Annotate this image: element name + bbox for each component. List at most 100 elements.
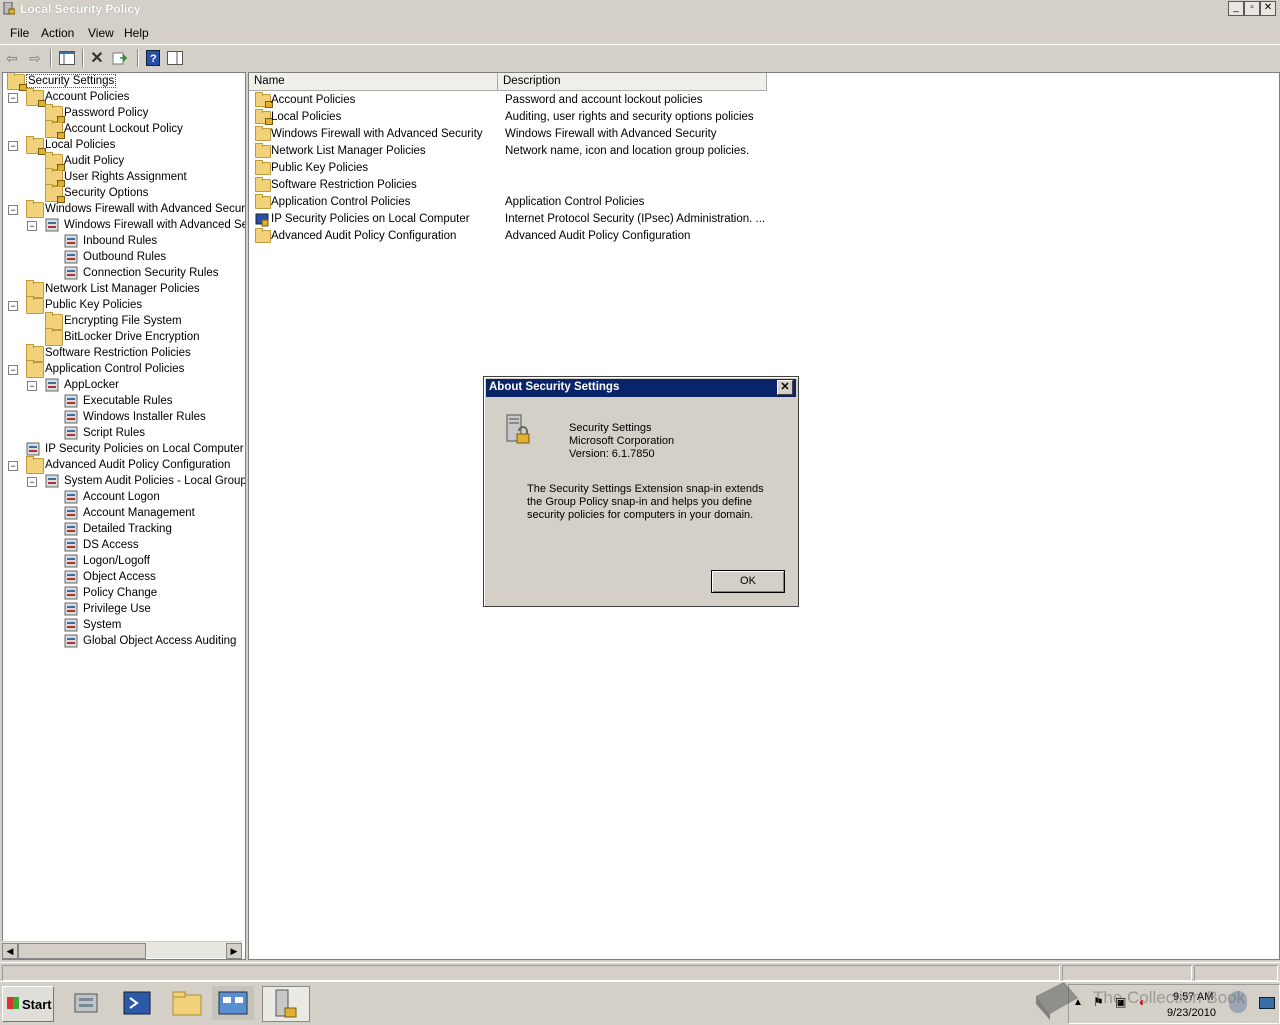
menu-file[interactable]: File — [10, 26, 29, 40]
menu-help[interactable]: Help — [124, 26, 149, 40]
show-desktop-icon[interactable] — [1259, 997, 1275, 1009]
tree-item[interactable]: Account Logon — [3, 490, 245, 506]
tree-item[interactable]: Policy Change — [3, 586, 245, 602]
scroll-thumb[interactable] — [18, 943, 146, 959]
collapse-toggle-icon[interactable]: − — [27, 381, 37, 391]
tree-item[interactable]: DS Access — [3, 538, 245, 554]
dialog-close-button[interactable]: ✕ — [777, 380, 793, 395]
collapse-toggle-icon[interactable]: − — [8, 365, 18, 375]
column-header-description[interactable]: Description — [498, 73, 767, 91]
scroll-right-arrow-icon[interactable]: ▶ — [226, 943, 242, 959]
tree-item[interactable]: Network List Manager Policies — [3, 280, 245, 298]
collapse-toggle-icon[interactable]: − — [27, 221, 37, 231]
tree-item[interactable]: Logon/Logoff — [3, 554, 245, 570]
audit-category-icon — [64, 490, 80, 504]
audit-category-icon — [64, 570, 80, 584]
tree-item-label: DS Access — [83, 539, 139, 551]
tree-item[interactable]: Privilege Use — [3, 602, 245, 618]
tree-horizontal-scrollbar[interactable]: ◀ ▶ — [2, 941, 242, 959]
tree-item[interactable]: User Rights Assignment — [3, 168, 245, 187]
ok-button[interactable]: OK — [711, 570, 785, 593]
list-item[interactable]: Software Restriction Policies — [249, 177, 1269, 194]
folder-icon — [255, 126, 271, 141]
local-security-policy-taskbar-button[interactable] — [262, 986, 310, 1022]
export-list-icon[interactable] — [110, 48, 130, 68]
collapse-toggle-icon[interactable]: − — [8, 301, 18, 311]
tree-item[interactable]: Outbound Rules — [3, 250, 245, 266]
minimize-button[interactable]: _ — [1228, 1, 1244, 16]
close-button[interactable]: ✕ — [1260, 1, 1276, 16]
tree-item-label: Public Key Policies — [45, 299, 143, 311]
tree-item[interactable]: − Account Policies — [3, 88, 245, 107]
menu-action[interactable]: Action — [41, 26, 74, 40]
lock-folder-icon — [26, 136, 46, 155]
tree-item[interactable]: − AppLocker — [3, 378, 245, 394]
delete-icon[interactable]: ✕ — [87, 48, 107, 68]
tree-item[interactable]: Script Rules — [3, 426, 245, 442]
tree-item[interactable]: − Application Control Policies — [3, 360, 245, 378]
list-item[interactable]: Public Key Policies — [249, 160, 1269, 177]
start-button[interactable]: Start — [2, 986, 54, 1022]
show-hide-tree-icon[interactable] — [57, 48, 77, 68]
list-item[interactable]: Account Policies Password and account loc… — [249, 92, 1269, 109]
tree-item[interactable]: Detailed Tracking — [3, 522, 245, 538]
tree-item[interactable]: Password Policy — [3, 104, 245, 123]
tree-item[interactable]: Account Management — [3, 506, 245, 522]
list-item-name: Windows Firewall with Advanced Security — [271, 128, 483, 140]
tree-item-label: Outbound Rules — [83, 251, 167, 263]
forward-icon[interactable]: ⇨ — [25, 48, 45, 68]
list-item[interactable]: Advanced Audit Policy Configuration Advan… — [249, 228, 1269, 245]
scroll-left-arrow-icon[interactable]: ◀ — [2, 943, 18, 959]
audit-category-icon — [64, 634, 80, 648]
list-item[interactable]: Network List Manager Policies Network nam… — [249, 143, 1269, 160]
tree-item[interactable]: Audit Policy — [3, 152, 245, 171]
tree-item[interactable]: System — [3, 618, 245, 634]
collapse-toggle-icon[interactable]: − — [8, 205, 18, 215]
applocker-icon — [45, 378, 61, 392]
show-action-pane-icon[interactable] — [165, 48, 185, 68]
tree-item[interactable]: Security Options — [3, 184, 245, 203]
list-item[interactable]: IP Security Policies on Local Computer In… — [249, 211, 1269, 228]
help-icon[interactable]: ? — [143, 48, 163, 68]
tree-item[interactable]: − Advanced Audit Policy Configuration — [3, 456, 245, 474]
back-icon[interactable]: ⇦ — [2, 48, 22, 68]
tree-item[interactable]: Inbound Rules — [3, 234, 245, 250]
collapse-toggle-icon[interactable]: − — [8, 461, 18, 471]
tree-item[interactable]: Connection Security Rules — [3, 266, 245, 282]
tree-item[interactable]: Account Lockout Policy — [3, 120, 245, 139]
list-item-name: Software Restriction Policies — [271, 179, 417, 191]
collapse-toggle-icon[interactable]: − — [8, 93, 18, 103]
tree-item[interactable]: − System Audit Policies - Local Group Po — [3, 474, 245, 490]
tree-item[interactable]: Encrypting File System — [3, 312, 245, 330]
navigation-tree: Security Settings − Account Policies Passwo… — [2, 72, 246, 960]
collapse-toggle-icon[interactable]: − — [8, 141, 18, 151]
tree-item[interactable]: Security Settings — [3, 73, 245, 91]
tree-item[interactable]: Software Restriction Policies — [3, 344, 245, 362]
collapse-toggle-icon[interactable]: − — [27, 477, 37, 487]
control-panel-icon[interactable] — [212, 986, 254, 1020]
restore-button[interactable]: ▫ — [1244, 1, 1260, 16]
tree-item[interactable]: BitLocker Drive Encryption — [3, 328, 245, 346]
explorer-icon[interactable] — [166, 986, 208, 1020]
server-manager-icon[interactable] — [66, 986, 108, 1020]
tree-item[interactable]: − Windows Firewall with Advanced Secu — [3, 218, 245, 234]
dialog-description-line: The Security Settings Extension snap-in … — [527, 483, 764, 495]
tree-item[interactable]: Executable Rules — [3, 394, 245, 410]
list-item-name: Application Control Policies — [271, 196, 411, 208]
powershell-icon[interactable] — [116, 986, 158, 1020]
column-header-name[interactable]: Name — [249, 73, 498, 91]
tree-item[interactable]: − Public Key Policies — [3, 296, 245, 314]
list-item[interactable]: Application Control Policies Application … — [249, 194, 1269, 211]
tree-item[interactable]: Object Access — [3, 570, 245, 586]
audit-category-icon — [64, 522, 80, 536]
list-item[interactable]: Windows Firewall with Advanced Security W… — [249, 126, 1269, 143]
list-item[interactable]: Local Policies Auditing, user rights and … — [249, 109, 1269, 126]
menu-view[interactable]: View — [88, 26, 114, 40]
tree-item[interactable]: IP Security Policies on Local Computer — [3, 442, 245, 458]
tree-item[interactable]: Windows Installer Rules — [3, 410, 245, 426]
tree-item[interactable]: Global Object Access Auditing — [3, 634, 245, 650]
clock-date[interactable]: 9/23/2010 — [1167, 1007, 1216, 1019]
tree-item-label: System Audit Policies - Local Group Po — [64, 475, 246, 487]
tree-item[interactable]: − Local Policies — [3, 136, 245, 155]
tree-item[interactable]: − Windows Firewall with Advanced Security — [3, 200, 245, 218]
